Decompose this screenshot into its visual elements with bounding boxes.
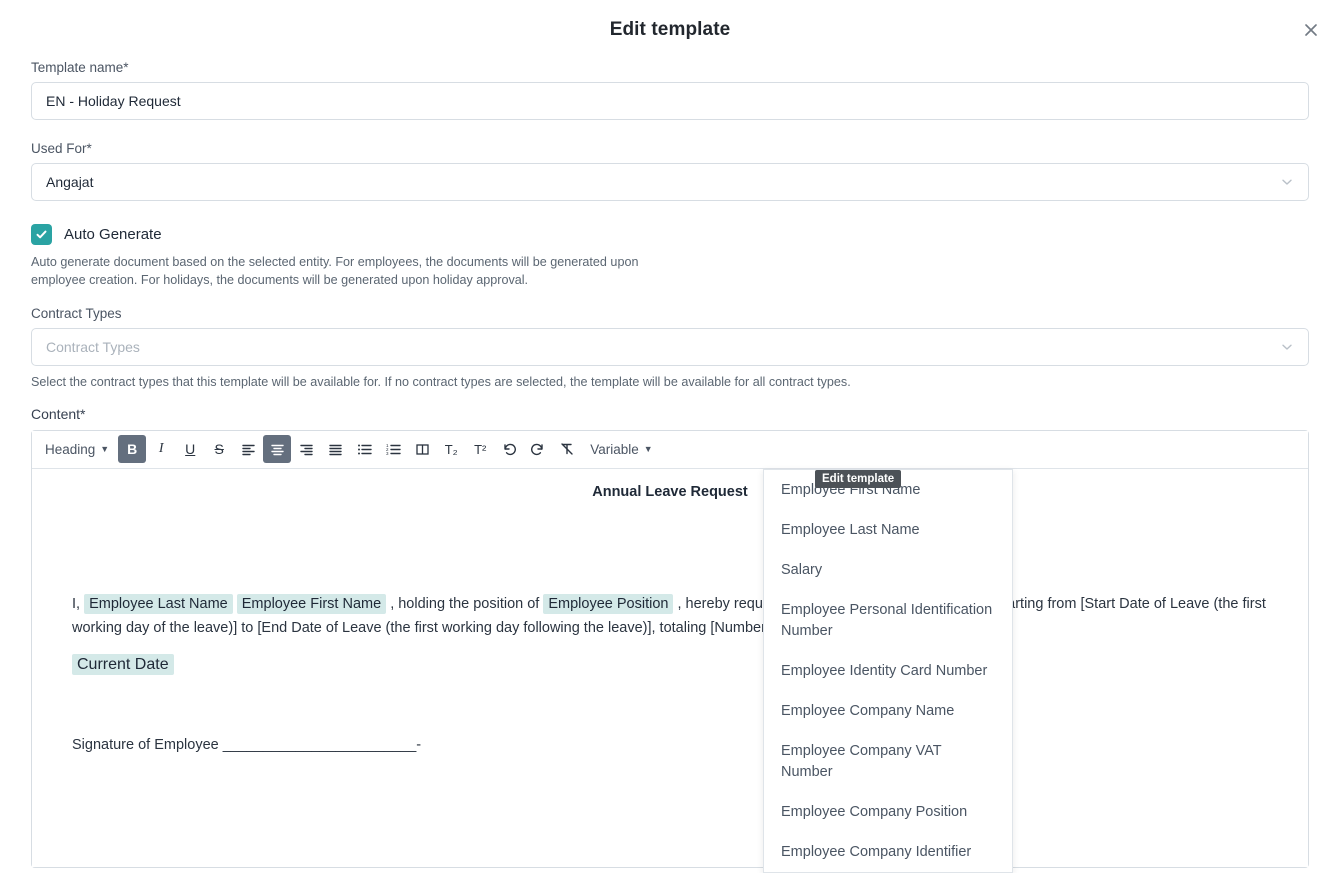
chevron-down-icon: ▼ (100, 444, 109, 454)
content-editor: Heading ▼ B I U S (31, 430, 1309, 868)
variable-menu-item[interactable]: Salary (764, 550, 1012, 590)
heading-dropdown[interactable]: Heading ▼ (37, 435, 117, 463)
modal-header: Edit template (0, 0, 1340, 60)
bold-button[interactable]: B (118, 435, 146, 463)
variable-menu-item[interactable]: Employee Company Identifier (764, 832, 1012, 872)
svg-text:3: 3 (386, 451, 389, 456)
template-name-value: EN - Holiday Request (46, 93, 181, 109)
document-paragraph: I, Employee Last Name Employee First Nam… (72, 592, 1294, 640)
clear-formatting-icon[interactable] (553, 435, 581, 463)
variable-chip-last-name[interactable]: Employee Last Name (84, 594, 233, 614)
current-date-wrap: Current Date (72, 656, 174, 674)
tooltip: Edit template (815, 470, 901, 488)
align-center-icon[interactable] (263, 435, 291, 463)
paragraph-prefix: I, (72, 596, 80, 612)
modal-body: Template name* EN - Holiday Request Used… (0, 60, 1340, 868)
align-justify-icon[interactable] (321, 435, 349, 463)
auto-generate-checkbox[interactable] (31, 224, 52, 245)
used-for-label: Used For* (31, 141, 1309, 156)
edit-template-modal: Edit template Template name* EN - Holida… (0, 0, 1340, 873)
bullet-list-icon[interactable] (350, 435, 378, 463)
contract-types-placeholder: Contract Types (46, 339, 140, 355)
variable-menu-item[interactable]: Employee Company VAT Number (764, 731, 1012, 792)
signature-line: Signature of Employee __________________… (72, 737, 421, 753)
italic-button[interactable]: I (147, 435, 175, 463)
variable-menu-item[interactable]: Employee Company Position (764, 792, 1012, 832)
contract-types-label: Contract Types (31, 306, 1309, 321)
numbered-list-icon[interactable]: 1 2 3 (379, 435, 407, 463)
strikethrough-button[interactable]: S (205, 435, 233, 463)
used-for-select[interactable]: Angajat (31, 163, 1309, 201)
page-title: Edit template (610, 19, 731, 41)
contract-types-help: Select the contract types that this temp… (31, 373, 1309, 391)
editor-canvas[interactable]: Annual Leave Request I, Employee Last Na… (32, 469, 1308, 867)
close-icon[interactable] (1296, 15, 1326, 45)
content-label: Content* (31, 406, 1309, 422)
variable-menu-item[interactable]: Employee Last Name (764, 510, 1012, 550)
variable-label: Variable (590, 442, 639, 457)
variable-chip-first-name[interactable]: Employee First Name (237, 594, 386, 614)
chevron-down-icon: ▼ (644, 444, 653, 454)
check-icon (35, 228, 48, 241)
columns-icon[interactable] (408, 435, 436, 463)
auto-generate-help: Auto generate document based on the sele… (31, 253, 681, 290)
template-name-label: Template name* (31, 60, 1309, 75)
variable-chip-current-date[interactable]: Current Date (72, 654, 174, 675)
document-title: Annual Leave Request (32, 484, 1308, 500)
undo-icon[interactable] (495, 435, 523, 463)
chevron-down-icon (1280, 340, 1294, 354)
editor-toolbar: Heading ▼ B I U S (32, 431, 1308, 469)
used-for-value: Angajat (46, 174, 93, 190)
variable-dropdown-menu[interactable]: Employee First Name Employee Last Name S… (763, 469, 1013, 873)
contract-types-select[interactable]: Contract Types (31, 328, 1309, 366)
variable-dropdown[interactable]: Variable ▼ (582, 435, 660, 463)
align-right-icon[interactable] (292, 435, 320, 463)
superscript-button[interactable]: T² (466, 435, 494, 463)
variable-menu-item[interactable]: Employee Personal Identification Number (764, 590, 1012, 651)
heading-label: Heading (45, 442, 95, 457)
underline-button[interactable]: U (176, 435, 204, 463)
chevron-down-icon (1280, 175, 1294, 189)
spacer (31, 120, 1309, 141)
template-name-input[interactable]: EN - Holiday Request (31, 82, 1309, 120)
auto-generate-row: Auto Generate (31, 224, 1309, 245)
align-left-icon[interactable] (234, 435, 262, 463)
variable-chip-position[interactable]: Employee Position (543, 594, 673, 614)
variable-menu-item[interactable]: Employee Identity Card Number (764, 651, 1012, 691)
variable-menu-item[interactable]: Employee Company Name (764, 691, 1012, 731)
redo-icon[interactable] (524, 435, 552, 463)
paragraph-mid-text: , holding the position of (390, 596, 539, 612)
subscript-button[interactable]: T₂ (437, 435, 465, 463)
auto-generate-label: Auto Generate (64, 226, 162, 243)
